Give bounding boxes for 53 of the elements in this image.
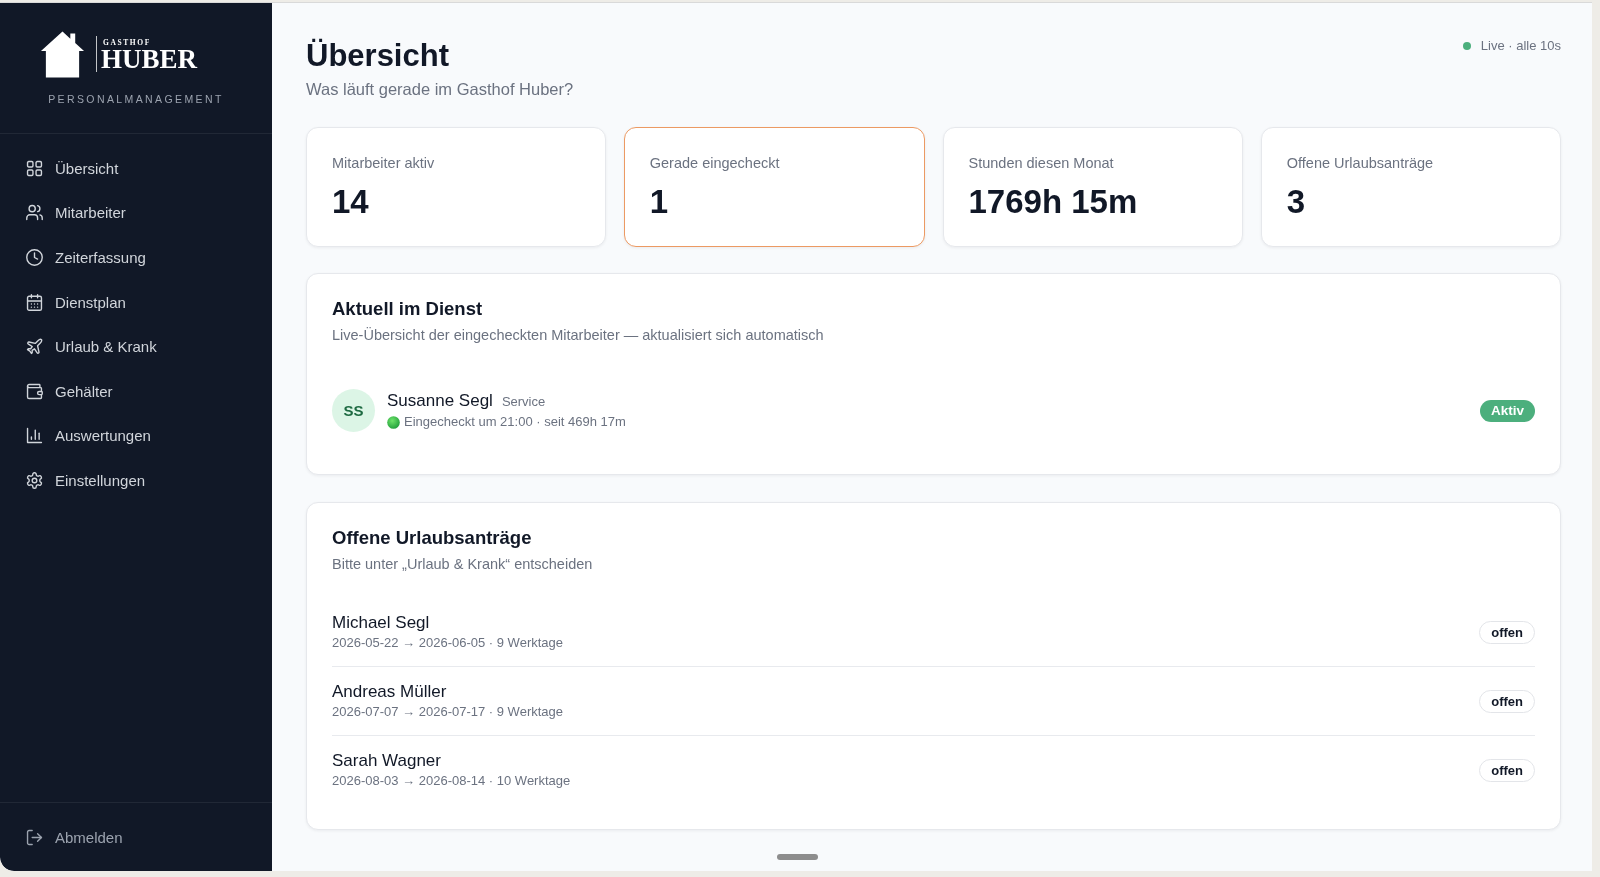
checkin-status: Eingecheckt um 21:00 · seit 469h 17m — [404, 413, 626, 431]
stat-label: Offene Urlaubsanträge — [1286, 154, 1434, 173]
status-dot-icon — [387, 415, 400, 429]
leave-dates: 2026-05-22 → 2026-06-05 · 9 Werktage — [332, 634, 563, 652]
settings-icon — [26, 471, 43, 489]
nav-item[interactable]: Urlaub & Krank — [0, 324, 262, 369]
nav-item[interactable]: Mitarbeiter — [0, 190, 262, 236]
stat-label: Gerade eingecheckt — [649, 153, 780, 173]
nav-item[interactable]: Übersicht — [0, 146, 262, 191]
stat-label: Mitarbeiter aktiv — [332, 154, 435, 173]
employee-name: Susanne Segl — [387, 390, 493, 412]
status-badge: offen — [1479, 689, 1535, 713]
stat-label: Stunden diesen Monat — [968, 154, 1114, 173]
stat-value: 1 — [649, 181, 669, 222]
employee-name: Sarah Wagner — [332, 750, 441, 772]
panel-subtitle: Bitte unter „Urlaub & Krank“ entscheiden — [332, 555, 593, 574]
users-icon — [26, 204, 43, 222]
plane-icon — [26, 338, 43, 356]
status-badge: Aktiv — [1480, 399, 1535, 422]
employee-name: Andreas Müller — [332, 681, 447, 703]
logout-icon — [26, 828, 43, 846]
page-title: Übersicht — [306, 37, 449, 75]
employee-name: Michael Segl — [332, 612, 430, 634]
wallet-icon — [26, 382, 43, 400]
nav-item[interactable]: Zeiterfassung — [0, 235, 262, 280]
page-subtitle: Was läuft gerade im Gasthof Huber? — [306, 79, 574, 100]
panel-title: Offene Urlaubsanträge — [332, 526, 532, 550]
logo-wordmark: HUBER — [101, 46, 198, 71]
status-dot-icon — [1462, 42, 1471, 50]
stat-value: 1769h 15m — [968, 182, 1138, 222]
nav-item[interactable]: Einstellungen — [0, 458, 262, 503]
bar-chart-icon — [26, 427, 43, 445]
logout-button[interactable]: Abmelden — [0, 814, 262, 860]
tagline: PERSONALMANAGEMENT — [48, 92, 224, 106]
stat-value: 3 — [1286, 182, 1306, 222]
leave-dates: 2026-07-07 → 2026-07-17 · 9 Werktage — [332, 703, 563, 721]
panel-title: Aktuell im Dienst — [332, 297, 483, 321]
stat-value: 14 — [332, 182, 369, 222]
clock-icon — [26, 249, 43, 266]
nav-item[interactable]: Gehälter — [0, 368, 262, 414]
leave-dates: 2026-08-03 → 2026-08-14 · 10 Werktage — [332, 772, 571, 790]
live-indicator: Live · alle 10s — [1480, 37, 1561, 55]
drag-handle[interactable] — [777, 854, 818, 860]
avatar: SS — [332, 389, 375, 432]
status-badge: offen — [1479, 620, 1535, 644]
house-logo-icon — [40, 30, 85, 78]
status-badge: offen — [1479, 758, 1535, 782]
calendar-icon — [26, 293, 43, 311]
panel-subtitle: Live-Übersicht der eingecheckten Mitarbeiter — aktualisiert sich automatisch — [332, 326, 824, 345]
role-label: Service — [501, 394, 546, 409]
nav-item[interactable]: Dienstplan — [0, 279, 262, 325]
nav-item[interactable]: Auswertungen — [0, 413, 262, 459]
grid-icon — [26, 159, 43, 177]
